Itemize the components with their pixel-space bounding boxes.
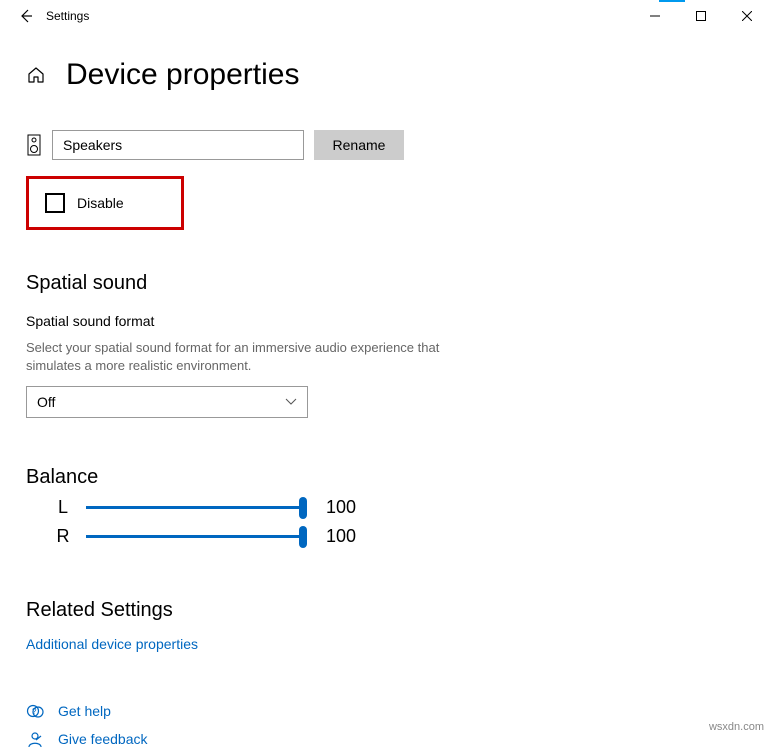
spatial-format-dropdown[interactable]: Off bbox=[26, 386, 308, 418]
balance-right-slider[interactable] bbox=[86, 535, 304, 538]
watermark: wsxdn.com bbox=[709, 721, 764, 733]
spatial-sound-heading: Spatial sound bbox=[26, 272, 744, 295]
rename-button[interactable]: Rename bbox=[314, 130, 404, 160]
balance-left-label: L bbox=[52, 497, 74, 518]
page-title: Device properties bbox=[66, 58, 299, 92]
disable-checkbox[interactable] bbox=[45, 193, 65, 213]
feedback-icon bbox=[26, 730, 44, 748]
give-feedback-row: Give feedback bbox=[26, 730, 744, 748]
help-icon: ? bbox=[26, 702, 44, 720]
get-help-row: ? Get help bbox=[26, 702, 744, 720]
back-button[interactable] bbox=[12, 2, 40, 30]
balance-right-label: R bbox=[52, 526, 74, 547]
page-header: Device properties bbox=[26, 58, 744, 92]
close-icon bbox=[742, 11, 752, 21]
disable-highlight-box: Disable bbox=[26, 176, 184, 230]
related-settings-heading: Related Settings bbox=[26, 599, 744, 622]
slider-thumb[interactable] bbox=[299, 526, 307, 548]
spatial-format-value: Off bbox=[37, 394, 55, 410]
give-feedback-link[interactable]: Give feedback bbox=[58, 731, 148, 747]
spatial-format-label: Spatial sound format bbox=[26, 313, 744, 329]
balance-right-value: 100 bbox=[326, 526, 356, 547]
balance-right-row: R 100 bbox=[26, 526, 744, 547]
balance-left-row: L 100 bbox=[26, 497, 744, 518]
device-name-input[interactable] bbox=[52, 130, 304, 160]
home-icon[interactable] bbox=[26, 65, 46, 85]
close-button[interactable] bbox=[724, 0, 770, 32]
balance-left-value: 100 bbox=[326, 497, 356, 518]
get-help-link[interactable]: Get help bbox=[58, 703, 111, 719]
disable-label: Disable bbox=[77, 195, 124, 211]
back-arrow-icon bbox=[18, 8, 34, 24]
balance-left-slider[interactable] bbox=[86, 506, 304, 509]
maximize-button[interactable] bbox=[678, 0, 724, 32]
speaker-icon bbox=[26, 134, 42, 156]
spatial-format-desc: Select your spatial sound format for an … bbox=[26, 339, 456, 374]
balance-heading: Balance bbox=[26, 466, 744, 489]
minimize-icon bbox=[650, 11, 660, 21]
svg-text:?: ? bbox=[32, 707, 37, 716]
app-title: Settings bbox=[46, 9, 89, 23]
titlebar: Settings bbox=[0, 0, 770, 32]
minimize-button[interactable] bbox=[632, 0, 678, 32]
chevron-down-icon bbox=[285, 398, 297, 406]
window-controls bbox=[632, 0, 770, 32]
additional-device-properties-link[interactable]: Additional device properties bbox=[26, 636, 744, 652]
slider-thumb[interactable] bbox=[299, 497, 307, 519]
device-row: Rename bbox=[26, 130, 744, 160]
maximize-icon bbox=[696, 11, 706, 21]
